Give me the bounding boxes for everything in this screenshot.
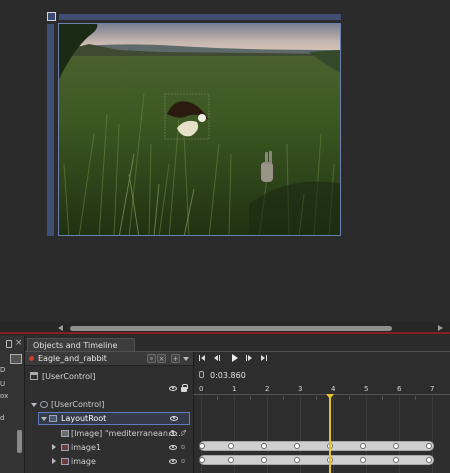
keyframe[interactable]	[294, 457, 300, 463]
keyframe[interactable]	[228, 457, 234, 463]
artboard-top-grid-bar[interactable]	[59, 14, 341, 20]
go-to-start-icon[interactable]	[199, 355, 200, 361]
add-storyboard-icon[interactable]: +	[171, 354, 180, 363]
time-tick-label: 4	[331, 385, 336, 393]
scroll-left-icon[interactable]	[58, 325, 63, 331]
tree-row-background-image[interactable]: [Image] "mediterranean.1..."	[25, 427, 193, 440]
artboard-grip-icon[interactable]	[47, 12, 56, 21]
timeline-minor-tick	[250, 396, 251, 400]
keyframe[interactable]	[360, 457, 366, 463]
keyframe[interactable]	[426, 457, 432, 463]
eye-icon[interactable]	[169, 445, 177, 450]
tree-label: image	[71, 457, 96, 466]
time-tick-label: 2	[265, 385, 270, 393]
storyboard-name: Eagle_and_rabbit	[38, 354, 107, 363]
artboard-canvas[interactable]	[0, 0, 450, 320]
keyframe[interactable]	[261, 457, 267, 463]
time-tick-label: 7	[430, 385, 435, 393]
image-icon	[61, 430, 69, 437]
keyframe[interactable]	[393, 443, 399, 449]
keyframe[interactable]	[228, 443, 234, 449]
current-time-readout[interactable]: 0:03.860	[210, 371, 246, 380]
timeline-ruler[interactable]	[193, 394, 450, 395]
record-keyframe-icon[interactable]	[199, 371, 204, 378]
side-panel-text: d	[0, 414, 5, 422]
previous-frame-icon[interactable]	[214, 355, 218, 361]
tree-row-layoutroot[interactable]: LayoutRoot	[38, 412, 190, 425]
eye-icon[interactable]	[169, 386, 177, 391]
artboard-left-grid-bar[interactable]	[47, 24, 54, 236]
close-panel-icon[interactable]: ×	[15, 338, 23, 348]
keyframe[interactable]	[199, 443, 205, 449]
side-panel-scrollbar[interactable]	[17, 430, 22, 453]
side-panel-text: ox	[0, 392, 9, 400]
image-icon	[61, 458, 69, 465]
tree-row-usercontrol[interactable]: [UserControl]	[25, 398, 193, 411]
layout-root-image[interactable]	[58, 23, 341, 236]
close-storyboard-icon[interactable]: ×	[157, 354, 166, 363]
scope-label: [UserControl]	[42, 372, 96, 381]
tree-row-image[interactable]: image	[25, 455, 193, 468]
side-panel-text: U	[0, 380, 6, 388]
time-tick-label: 0	[199, 385, 204, 393]
usercontrol-icon	[40, 401, 48, 408]
go-to-end-icon[interactable]	[266, 355, 267, 361]
time-tick-label: 6	[397, 385, 402, 393]
previous-frame-icon[interactable]	[219, 355, 220, 361]
eye-icon[interactable]	[169, 431, 177, 436]
tree-label: [UserControl]	[51, 400, 105, 409]
scroll-thumb[interactable]	[70, 326, 392, 331]
image-animation-track[interactable]	[199, 455, 434, 465]
storyboard-options-icon[interactable]: ⚬	[147, 354, 156, 363]
side-panel-text: D	[0, 366, 6, 374]
timeline-minor-tick	[316, 396, 317, 400]
playhead-handle-icon[interactable]	[326, 394, 334, 399]
storyboard-record-icon	[29, 356, 34, 361]
time-tick-label: 3	[298, 385, 303, 393]
keyframe[interactable]	[294, 443, 300, 449]
tree-row-image1[interactable]: image1	[25, 441, 193, 454]
storyboard-dropdown-icon[interactable]	[183, 357, 189, 361]
expand-arrow-icon[interactable]	[31, 403, 37, 407]
artboard-horizontal-scrollbar[interactable]	[0, 322, 450, 334]
timeline-playhead[interactable]	[329, 396, 331, 473]
timeline-minor-tick	[283, 396, 284, 400]
timeline-minor-tick	[217, 396, 218, 400]
timeline-minor-tick	[382, 396, 383, 400]
eye-icon[interactable]	[170, 416, 178, 421]
tree-label: LayoutRoot	[61, 414, 107, 423]
keyframe[interactable]	[426, 443, 432, 449]
list-view-icon[interactable]	[10, 354, 22, 364]
tab-objects-and-timeline[interactable]: Objects and Timeline	[27, 338, 135, 352]
lock-icon[interactable]	[181, 384, 188, 392]
expand-arrow-icon[interactable]	[41, 417, 47, 421]
keyframe[interactable]	[199, 457, 205, 463]
pin-icon[interactable]	[6, 340, 12, 348]
eye-icon[interactable]	[169, 459, 177, 464]
play-icon[interactable]	[232, 354, 238, 362]
timeline-minor-tick	[415, 396, 416, 400]
scope-up-icon[interactable]	[30, 372, 38, 380]
go-to-start-icon[interactable]	[201, 355, 205, 361]
grid-icon	[49, 415, 57, 422]
storyboard-picker[interactable]: Eagle_and_rabbit ⚬ × +	[25, 352, 193, 366]
lock-toggle-icon[interactable]	[181, 459, 185, 463]
next-frame-icon[interactable]	[248, 355, 252, 361]
time-tick-label: 1	[232, 385, 237, 393]
keyframe[interactable]	[261, 443, 267, 449]
go-to-end-icon[interactable]	[261, 355, 265, 361]
scroll-right-icon[interactable]	[438, 325, 443, 331]
collapsed-arrow-icon[interactable]	[52, 444, 56, 450]
keyframe[interactable]	[393, 457, 399, 463]
timeline-minor-tick	[349, 396, 350, 400]
keyframe[interactable]	[360, 443, 366, 449]
collapsed-arrow-icon[interactable]	[52, 458, 56, 464]
lock-toggle-icon[interactable]	[181, 431, 185, 435]
next-frame-icon[interactable]	[246, 355, 247, 361]
image1-animation-track[interactable]	[199, 441, 434, 451]
tree-label: image1	[71, 443, 102, 452]
lock-toggle-icon[interactable]	[181, 445, 185, 449]
image-icon	[61, 444, 69, 451]
time-tick-label: 5	[364, 385, 369, 393]
